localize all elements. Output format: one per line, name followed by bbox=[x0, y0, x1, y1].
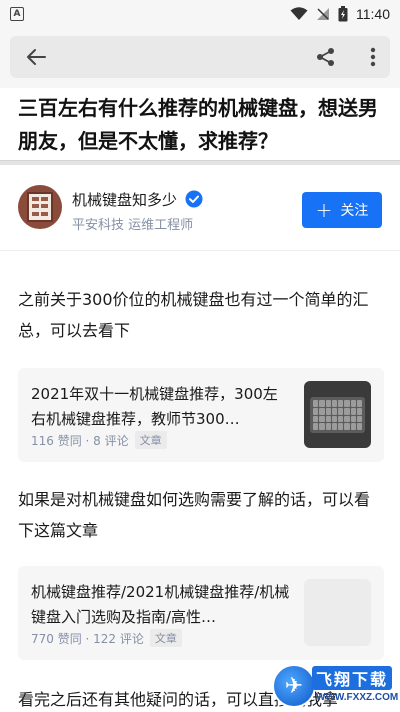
share-icon bbox=[317, 48, 334, 66]
toolbar-box bbox=[10, 36, 390, 78]
watermark-url: WWW.FXXZ.COM bbox=[316, 692, 399, 703]
more-options-button[interactable] bbox=[360, 44, 386, 70]
card-tag: 文章 bbox=[134, 431, 167, 449]
divider bbox=[0, 250, 400, 251]
link-card-1[interactable]: 2021年双十一机械键盘推荐，300左右机械键盘推荐，教师节300… 116 赞… bbox=[18, 368, 384, 462]
battery-charging-icon bbox=[338, 6, 348, 22]
follow-label: 关注 bbox=[340, 203, 369, 219]
arrow-left-icon bbox=[27, 49, 46, 65]
card-thumbnail bbox=[304, 381, 371, 448]
image-placeholder-icon bbox=[304, 579, 371, 646]
card-title: 机械键盘推荐/2021机械键盘推荐/机械键盘入门选购及指南/高性… bbox=[31, 583, 290, 626]
link-card-2[interactable]: 机械键盘推荐/2021机械键盘推荐/机械键盘入门选购及指南/高性… 770 赞同… bbox=[18, 566, 384, 660]
verified-badge-icon bbox=[185, 190, 203, 208]
status-bar: A 11:40 bbox=[0, 0, 400, 28]
wifi-icon bbox=[290, 7, 308, 20]
question-title[interactable]: 三百左右有什么推荐的机械键盘，想送男朋友，但是不太懂，求推荐？ bbox=[18, 92, 388, 158]
section-divider bbox=[0, 160, 400, 165]
no-signal-icon bbox=[317, 8, 329, 20]
author-avatar[interactable] bbox=[18, 185, 62, 229]
watermark-logo-icon: ✈ bbox=[272, 664, 316, 708]
author-name[interactable]: 机械键盘知多少 bbox=[72, 189, 177, 210]
more-vertical-icon bbox=[370, 47, 376, 67]
browser-toolbar bbox=[0, 28, 400, 88]
watermark: ✈ 飞翔下载 WWW.FXXZ.COM bbox=[272, 664, 398, 710]
status-time: 11:40 bbox=[356, 6, 390, 22]
card-title: 2021年双十一机械键盘推荐，300左右机械键盘推荐，教师节300… bbox=[31, 385, 278, 428]
share-button[interactable] bbox=[312, 44, 340, 70]
card-stats: 116 赞同 · 8 评论 bbox=[31, 433, 129, 448]
follow-button[interactable]: + 关注 bbox=[302, 192, 382, 228]
author-headline: 平安科技 运维工程师 bbox=[72, 218, 194, 233]
card-tag: 文章 bbox=[149, 629, 182, 647]
notification-icon: A bbox=[10, 7, 24, 21]
card-meta: 116 赞同 · 8 评论 文章 bbox=[31, 431, 167, 449]
plus-icon: + bbox=[315, 198, 333, 222]
card-stats: 770 赞同 · 122 评论 bbox=[31, 631, 144, 646]
answer-paragraph: 之前关于300价位的机械键盘也有过一个简单的汇总，可以去看下 bbox=[18, 290, 369, 340]
back-button[interactable] bbox=[20, 44, 52, 70]
keyboard-image-icon bbox=[304, 381, 371, 448]
card-thumbnail bbox=[304, 579, 371, 646]
answer-paragraph: 如果是对机械键盘如何选购需要了解的话，可以看下这篇文章 bbox=[18, 490, 371, 540]
card-meta: 770 赞同 · 122 评论 文章 bbox=[31, 629, 182, 647]
watermark-text: 飞翔下载 bbox=[312, 666, 392, 690]
avatar-image bbox=[27, 192, 53, 222]
